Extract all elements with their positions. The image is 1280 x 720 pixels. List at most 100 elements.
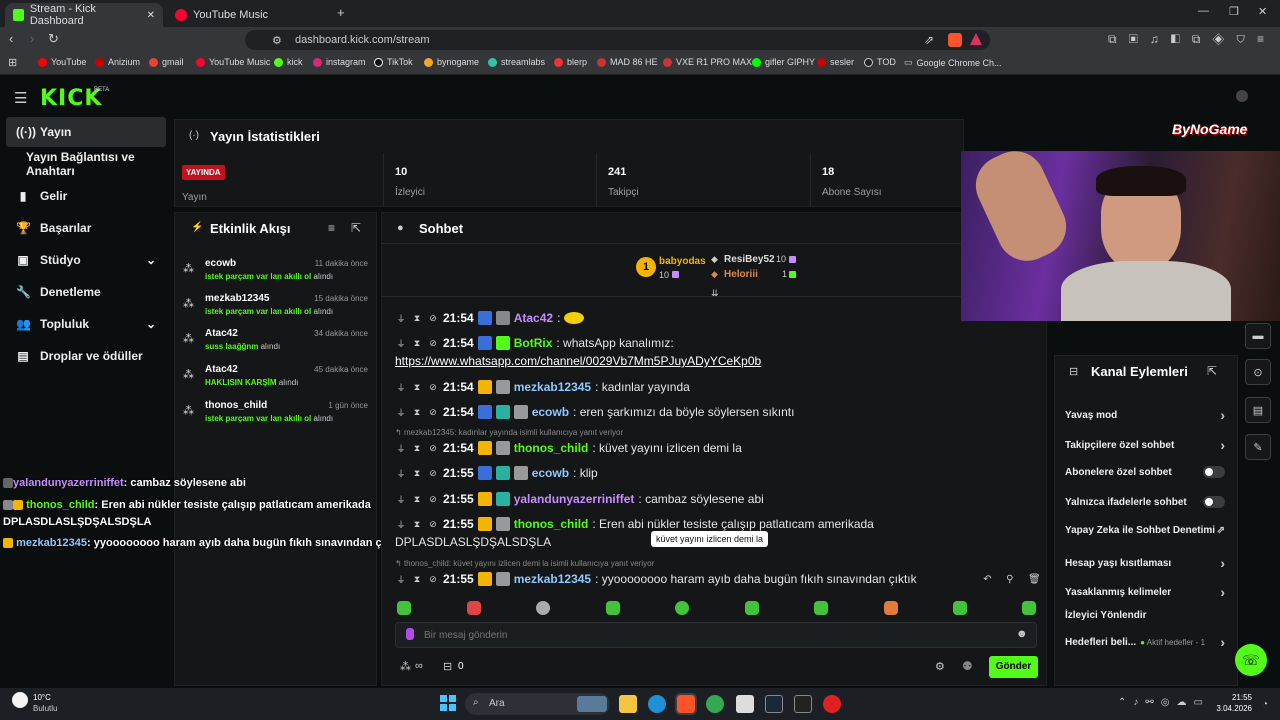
pin-message-icon[interactable]: ⏚	[395, 493, 407, 506]
bookmark-item[interactable]: YouTube Music	[196, 57, 270, 67]
pin-message-icon[interactable]: ⏚	[395, 573, 407, 586]
url-field[interactable]: dashboard.kick.com/stream	[245, 30, 990, 50]
bookmark-item[interactable]: ▭ Google Chrome Ch...	[904, 57, 1002, 68]
chat-username[interactable]: Atac42	[514, 311, 553, 325]
popout-icon[interactable]: ⇱	[1207, 364, 1217, 378]
timeout-icon[interactable]: ⧗	[411, 313, 423, 324]
ban-icon[interactable]: ⊘	[427, 443, 439, 454]
timeout-icon[interactable]: ⧗	[411, 574, 423, 585]
emote-icon[interactable]	[745, 601, 759, 615]
popout-icon[interactable]: ⇱	[351, 221, 361, 235]
chrome-icon[interactable]	[706, 695, 724, 713]
ban-icon[interactable]: ⊘	[427, 313, 439, 324]
channel-action-row[interactable]: Yapay Zeka ile Sohbet Denetimi ⇗	[1065, 525, 1225, 536]
chat-message[interactable]: ⏚ ⧗ ⊘ 21:55 mezkab12345: yyoooooooo hara…	[395, 572, 917, 586]
bookmark-item[interactable]: VXE R1 PRO MAX	[663, 57, 752, 67]
menu-hamburger-icon[interactable]: ☰	[14, 89, 27, 107]
tab-close-icon[interactable]: ✕	[147, 10, 155, 21]
avatar[interactable]	[1236, 90, 1248, 102]
bot-icon[interactable]: ⚉	[962, 659, 973, 673]
sidebar-item-denetleme[interactable]: 🔧 Denetleme	[6, 277, 166, 307]
close-window-icon[interactable]: ✕	[1258, 5, 1267, 18]
brave-icon[interactable]	[675, 693, 697, 715]
chat-message[interactable]: ⏚ ⧗ ⊘ 21:55 yalandunyazerriniffet: camba…	[395, 492, 764, 506]
bookmark-item[interactable]: sesler	[817, 57, 854, 67]
bookmark-item[interactable]: bynogame	[424, 57, 479, 67]
bookmark-item[interactable]: gifler GIPHY	[752, 57, 815, 67]
minimize-icon[interactable]: —	[1198, 5, 1209, 17]
edge-icon[interactable]	[648, 695, 666, 713]
channel-action-row[interactable]: İzleyici Yönlendir	[1065, 610, 1225, 621]
timeout-icon[interactable]: ⧗	[411, 382, 423, 393]
emote-icon[interactable]	[675, 601, 689, 615]
store-icon[interactable]	[736, 695, 754, 713]
chat-username[interactable]: mezkab12345	[514, 380, 591, 394]
sidebar-item-topluluk[interactable]: 👥 Topluluk ⌄	[6, 309, 166, 339]
bookmark-item[interactable]: MAD 86 HE	[597, 57, 658, 67]
emote-icon[interactable]	[606, 601, 620, 615]
ban-icon[interactable]: ⊘	[427, 407, 439, 418]
notification-bell-icon[interactable]: ◔	[1262, 699, 1268, 710]
bookmark-item[interactable]: gmail	[149, 57, 184, 67]
emote-icon[interactable]	[814, 601, 828, 615]
windows-start-icon[interactable]	[440, 695, 456, 711]
sidebar-item-droplar[interactable]: ▤ Droplar ve ödüller	[6, 341, 166, 371]
toggle-switch[interactable]	[1203, 466, 1225, 478]
bookmark-item[interactable]: YouTube	[38, 57, 86, 67]
toggle-switch[interactable]	[1203, 496, 1225, 508]
users-icon[interactable]: ⁂	[400, 660, 411, 673]
chat-username[interactable]: mezkab12345	[514, 572, 591, 586]
chat-username[interactable]: BotRix	[514, 336, 553, 350]
sidebar-item-basarilar[interactable]: 🏆 Başarılar	[6, 213, 166, 243]
share-icon[interactable]: ⇗	[924, 33, 934, 47]
emote-icon[interactable]	[953, 601, 967, 615]
send-button[interactable]: Gönder	[989, 656, 1038, 678]
pin-message-icon[interactable]: ⏚	[395, 406, 407, 419]
timeout-icon[interactable]: ⧗	[411, 338, 423, 349]
ban-icon[interactable]: ⊘	[427, 338, 439, 349]
broadcast-toggle-icon[interactable]: ⊙	[1245, 359, 1271, 385]
channel-action-row[interactable]: Hesap yaşı kısıtlaması ›	[1065, 555, 1225, 571]
pin-icon[interactable]: ⚲	[1006, 574, 1013, 585]
chat-username[interactable]: thonos_child	[514, 441, 589, 455]
epic-games-icon[interactable]	[794, 695, 812, 713]
bookmark-item[interactable]: blerp	[554, 57, 587, 67]
maximize-icon[interactable]: ❐	[1229, 5, 1239, 18]
chat-link[interactable]: https://www.whatsapp.com/channel/0029Vb7…	[395, 354, 761, 368]
ban-icon[interactable]: ⊘	[427, 574, 439, 585]
pin-message-icon[interactable]: ⏚	[395, 312, 407, 325]
delete-icon[interactable]: 🗑	[1028, 574, 1041, 585]
panel-toggle-icon[interactable]: ▤	[1245, 397, 1271, 423]
emote-icon[interactable]	[884, 601, 898, 615]
timeout-icon[interactable]: ⧗	[411, 468, 423, 479]
chat-toggle-icon[interactable]: ▬	[1245, 323, 1271, 349]
chat-input[interactable]	[424, 626, 1004, 644]
bookmark-item[interactable]: instagram	[313, 57, 366, 67]
steam-icon[interactable]	[765, 695, 783, 713]
chat-username[interactable]: ecowb	[532, 405, 569, 419]
infinity-icon[interactable]: ∞	[415, 660, 423, 673]
sidebar-item-gelir[interactable]: ▮ Gelir	[6, 181, 166, 211]
obs-icon[interactable]	[823, 695, 841, 713]
filter-icon[interactable]: ≡	[328, 221, 335, 235]
timeout-icon[interactable]: ⧗	[411, 494, 423, 505]
extension-icons[interactable]: ⧉▣♫◧⧉◈⛉≡	[1108, 32, 1276, 47]
channel-action-row[interactable]: Yalnızca ifadelerle sohbet	[1065, 496, 1225, 508]
chat-message[interactable]: ⏚ ⧗ ⊘ 21:54 BotRix: whatsApp kanalımız:	[395, 336, 674, 350]
bookmark-item[interactable]: Anizium	[95, 57, 140, 67]
sidebar-item-stream-key[interactable]: Yayın Bağlantısı ve Anahtarı	[6, 149, 176, 179]
tab-kick-dashboard[interactable]: Stream - Kick Dashboard ✕	[5, 3, 163, 27]
ban-icon[interactable]: ⊘	[427, 382, 439, 393]
reload-icon[interactable]: ↻	[48, 31, 59, 47]
emote-icon[interactable]	[536, 601, 550, 615]
brave-shield-icon[interactable]	[948, 33, 962, 47]
brave-rewards-icon[interactable]	[970, 33, 982, 45]
back-icon[interactable]: ‹	[9, 31, 13, 46]
settings-gear-icon[interactable]: ⚙	[935, 660, 945, 673]
pin-message-icon[interactable]: ⏚	[395, 337, 407, 350]
sidebar-item-yayin[interactable]: ((·)) Yayın	[6, 117, 166, 147]
pin-message-icon[interactable]: ⏚	[395, 381, 407, 394]
pin-message-icon[interactable]: ⏚	[395, 467, 407, 480]
apps-grid-icon[interactable]: ⊞	[8, 56, 17, 69]
channel-action-row[interactable]: Yasaklanmış kelimeler ›	[1065, 584, 1225, 600]
